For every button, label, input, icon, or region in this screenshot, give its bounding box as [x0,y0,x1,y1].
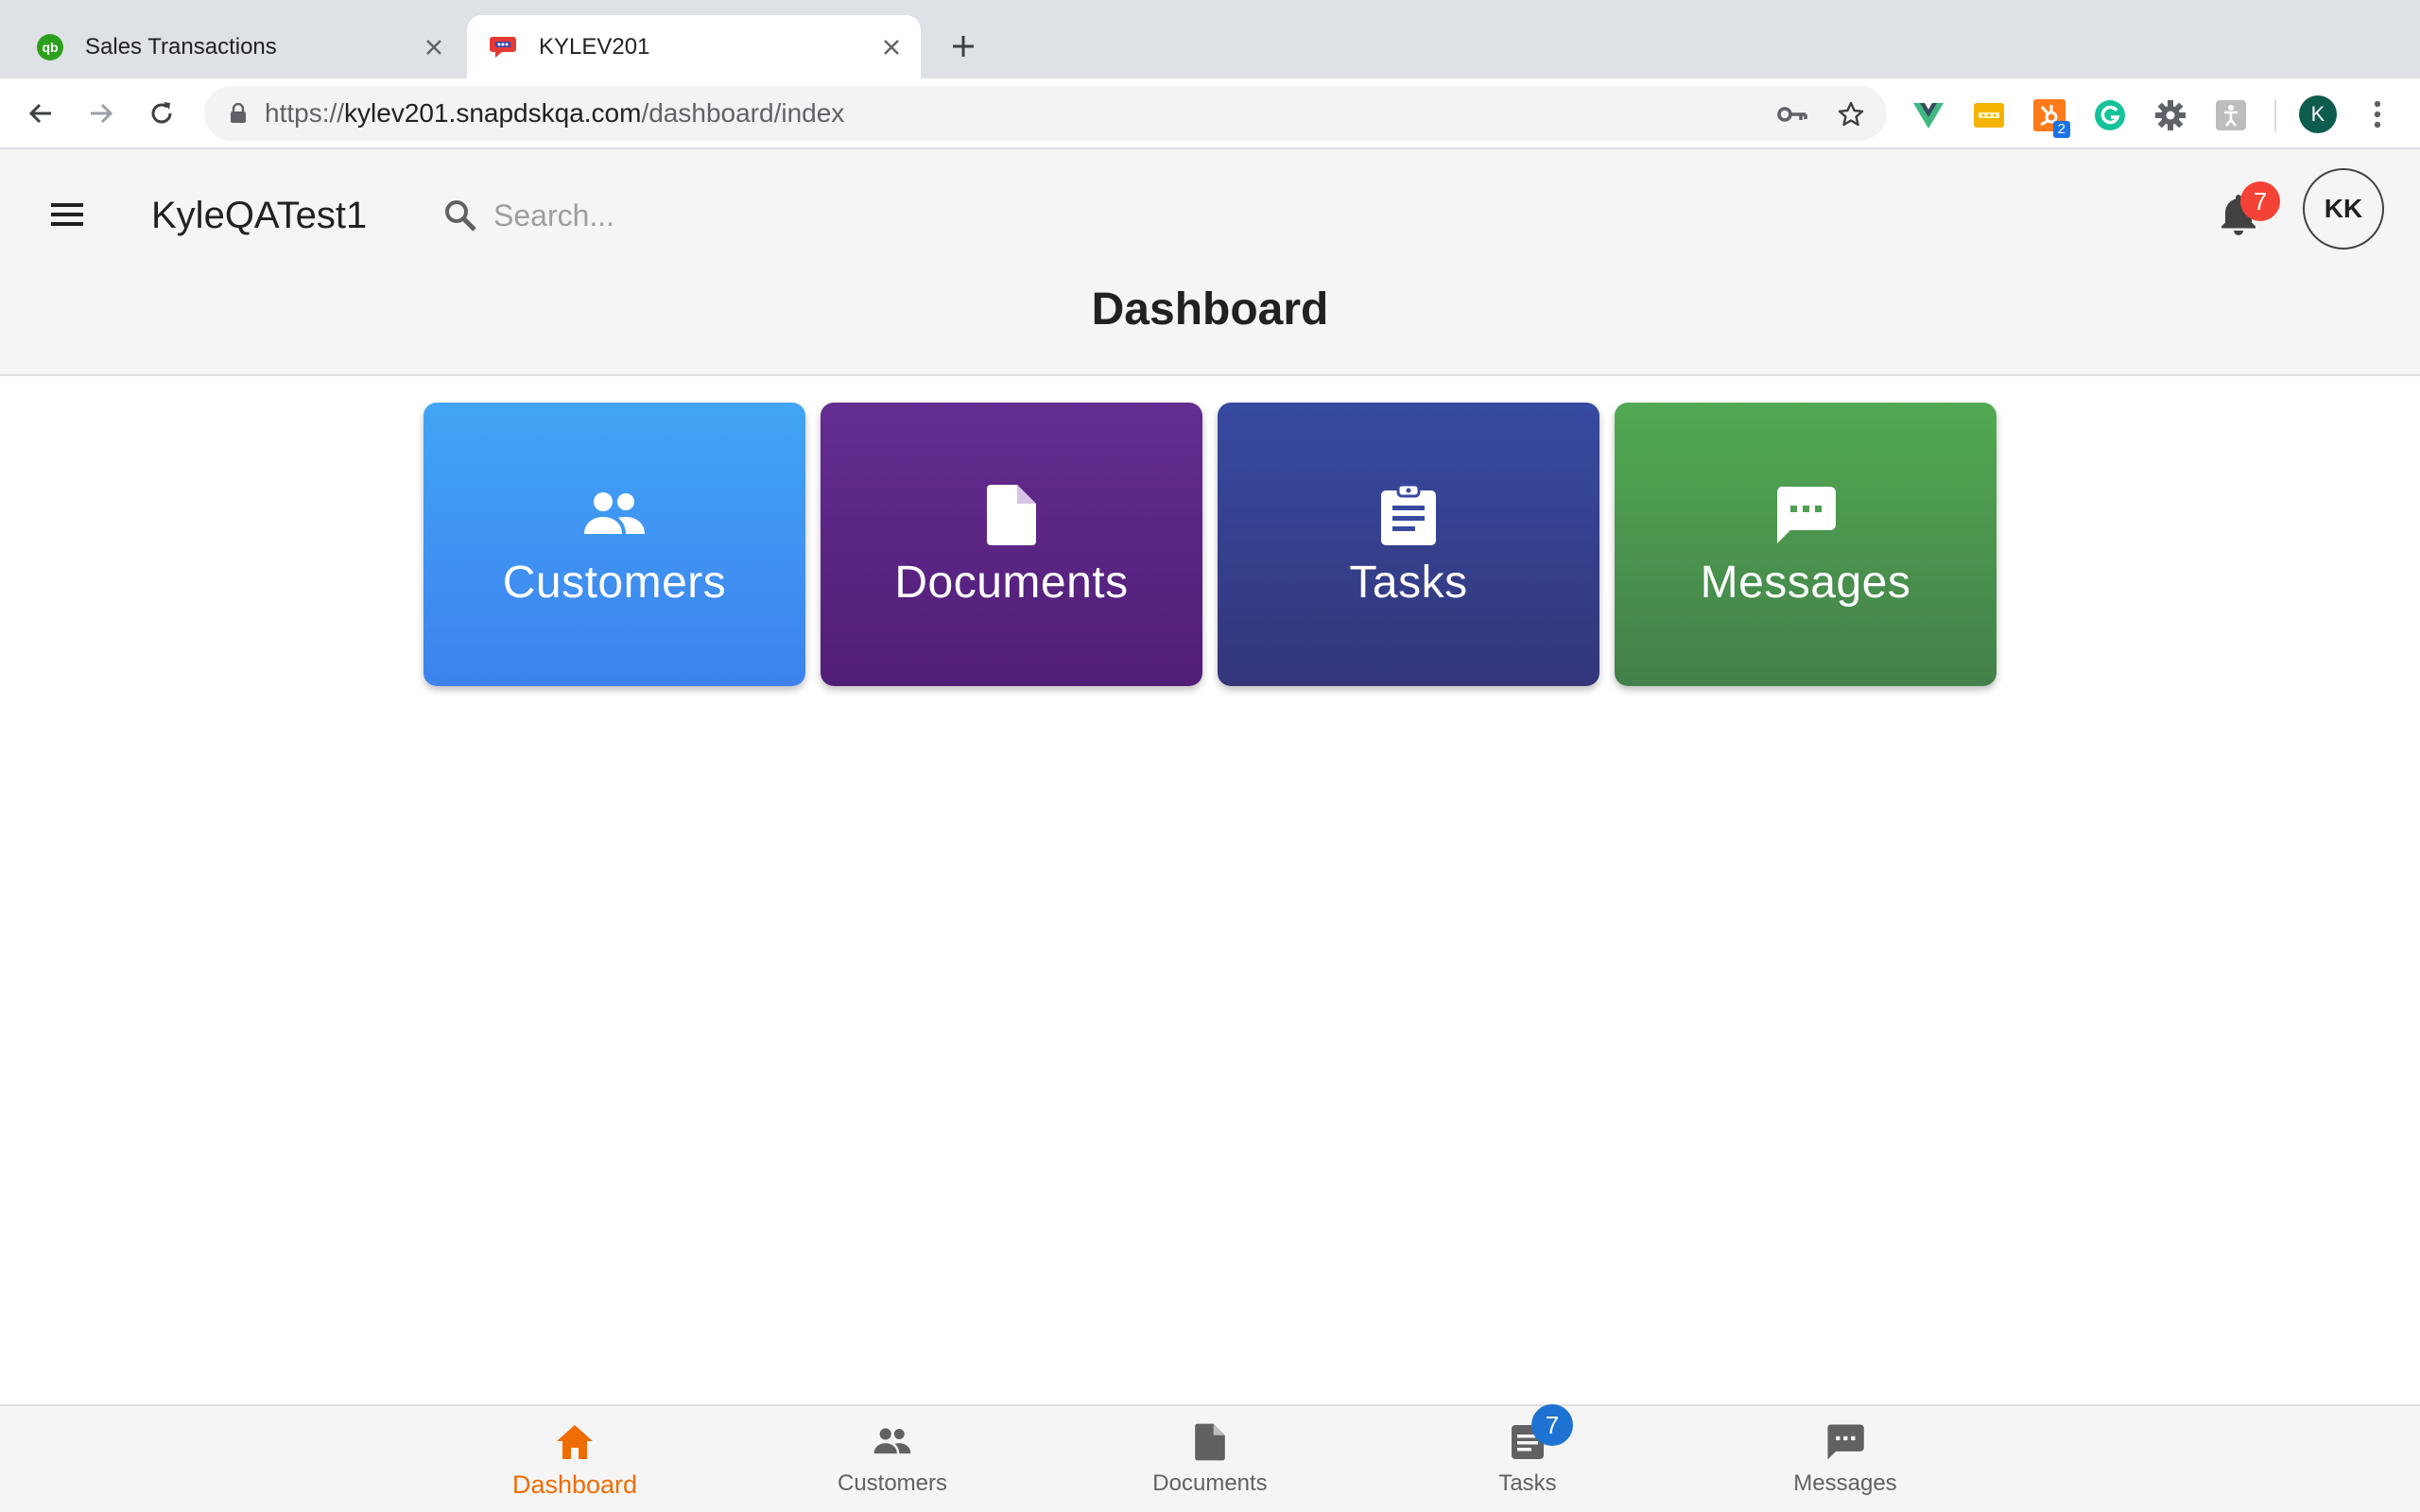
tile-label: Tasks [1349,557,1468,608]
tasks-tile[interactable]: Tasks [1218,403,1599,686]
back-button[interactable] [19,92,62,135]
url-scheme: https:// [265,98,345,128]
plus-icon [953,36,974,57]
clipboard-icon [1374,481,1443,549]
bookmark-star-icon[interactable] [1834,97,1868,131]
browser-tab-sales-transactions[interactable]: qb Sales Transactions [0,15,463,78]
gear-extension-icon[interactable] [2153,98,2187,132]
tile-label: Documents [894,557,1129,608]
notification-count-badge: 7 [2240,181,2280,221]
page-title: Dashboard [1091,284,1329,335]
hamburger-icon [51,203,83,226]
message-icon [1823,1419,1868,1465]
svg-text:qb: qb [42,40,58,55]
bottom-navigation: Dashboard Customers Documents 7 Tasks Me… [0,1404,2420,1512]
search-box[interactable] [442,189,1010,242]
bottom-nav-label: Dashboard [511,1470,638,1499]
tab-title: KYLEV201 [539,33,650,60]
accessibility-extension-icon[interactable] [2214,98,2248,132]
key-icon[interactable] [1775,97,1809,131]
password-manager-icon[interactable] [1972,98,2006,132]
tile-label: Customers [502,557,727,608]
reload-icon [151,102,172,124]
bottom-nav-label: Customers [837,1470,948,1496]
close-tab-icon[interactable] [875,31,908,63]
document-icon [977,481,1046,549]
browser-menu-icon[interactable] [2363,95,2392,133]
quickbooks-icon: qb [36,33,64,61]
toolbar-separator [2274,99,2276,131]
tasks-icon: 7 [1505,1404,1573,1465]
new-tab-button[interactable] [942,25,985,68]
forward-button[interactable] [79,92,123,135]
user-avatar[interactable]: KK [2303,168,2384,249]
browser-toolbar: https://kylev201.snapdskqa.com/dashboard… [0,78,2420,149]
back-arrow-icon [28,103,51,124]
bottom-nav-label: Documents [1152,1470,1268,1496]
customers-icon [580,481,648,549]
extension-badge: 2 [2052,121,2070,138]
bottom-nav-label: Tasks [1498,1470,1557,1496]
bottom-nav-documents[interactable]: Documents [1097,1419,1323,1504]
lock-icon [225,103,251,124]
url-path: /dashboard/index [641,98,845,128]
dashboard-tiles: Customers Documents Tasks Messages [424,403,1996,686]
url-host: kylev201.snapdskqa.com [344,98,642,128]
search-icon [445,200,476,232]
search-input[interactable] [493,198,985,233]
vue-devtools-icon[interactable] [1911,98,1945,132]
message-icon [1772,481,1840,549]
reload-button[interactable] [140,92,183,135]
hubspot-icon[interactable]: 2 [2032,98,2070,138]
notifications-button[interactable]: 7 [2212,181,2280,240]
close-tab-icon[interactable] [418,31,450,63]
bottom-nav-customers[interactable]: Customers [779,1419,1006,1504]
company-name[interactable]: KyleQATest1 [151,189,367,242]
chat-bubble-icon [490,33,518,61]
tab-title: Sales Transactions [85,33,277,60]
grammarly-icon[interactable] [2093,98,2127,132]
browser-tab-strip: qb Sales Transactions KYLEV201 [0,0,2420,78]
bottom-nav-dashboard[interactable]: Dashboard [461,1419,688,1504]
menu-button[interactable] [47,195,87,234]
document-icon [1187,1419,1233,1465]
home-icon [552,1419,597,1465]
browser-tab-kylev201[interactable]: KYLEV201 [467,15,921,78]
forward-arrow-icon [91,103,113,124]
address-bar[interactable]: https://kylev201.snapdskqa.com/dashboard… [204,86,1887,141]
url-text: https://kylev201.snapdskqa.com/dashboard… [265,98,1887,129]
customers-tile[interactable]: Customers [424,403,805,686]
bottom-nav-messages[interactable]: Messages [1732,1419,1959,1504]
browser-profile-avatar[interactable]: K [2299,95,2337,133]
documents-tile[interactable]: Documents [821,403,1202,686]
tasks-count-badge: 7 [1531,1404,1573,1446]
bottom-nav-tasks[interactable]: 7 Tasks [1414,1404,1641,1504]
customers-icon [870,1419,915,1465]
app-header: KyleQATest1 7 KK Dashboard [0,149,2420,376]
tile-label: Messages [1700,557,1911,608]
bottom-nav-label: Messages [1793,1470,1897,1496]
messages-tile[interactable]: Messages [1615,403,1996,686]
